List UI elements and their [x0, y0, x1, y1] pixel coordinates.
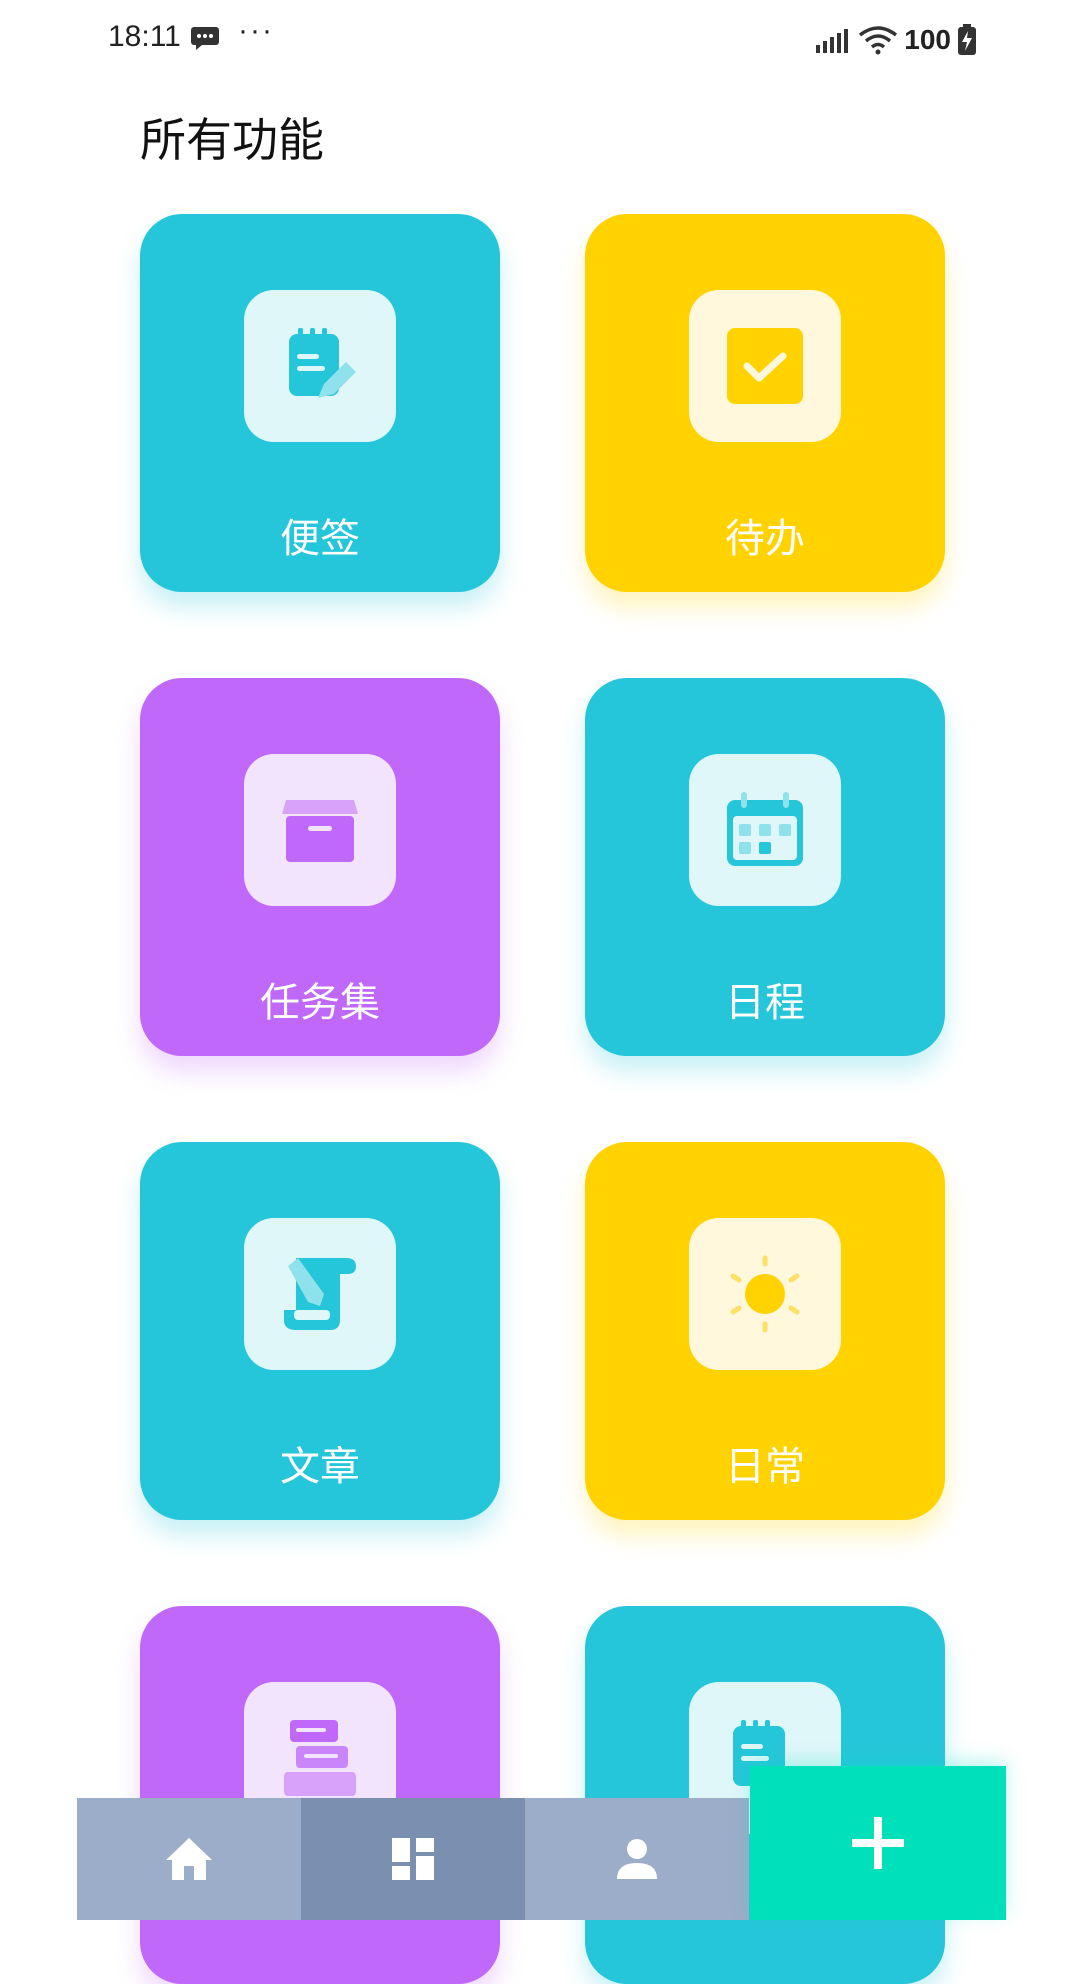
signal-icon: [816, 29, 849, 53]
nav-profile-tab[interactable]: [525, 1798, 749, 1920]
dashboard-icon: [392, 1838, 434, 1880]
message-icon: [191, 27, 219, 50]
battery-charging-icon: [958, 24, 976, 55]
icon-tile: [689, 754, 841, 906]
page-title: 所有功能: [140, 113, 324, 167]
icon-tile: [244, 290, 396, 442]
feature-card-daily[interactable]: 日常: [585, 1142, 945, 1520]
icon-tile: [689, 290, 841, 442]
plus-icon: [852, 1817, 904, 1869]
feature-label: 日常: [725, 1444, 805, 1490]
nav-dashboard-tab[interactable]: [301, 1798, 525, 1920]
person-icon: [617, 1839, 657, 1879]
icon-tile: [244, 1218, 396, 1370]
feature-label: 待办: [725, 516, 805, 562]
feature-card-todo[interactable]: 待办: [585, 214, 945, 592]
feature-card-notes[interactable]: 便签: [140, 214, 500, 592]
feature-label: 任务集: [260, 980, 380, 1026]
archive-box-icon: [282, 800, 358, 862]
add-button[interactable]: [750, 1766, 1006, 1920]
sun-icon: [730, 1255, 800, 1333]
feature-card-task-set[interactable]: 任务集: [140, 678, 500, 1056]
calendar-icon: [727, 792, 803, 866]
battery-level: 100: [904, 24, 951, 55]
note-edit-icon: [289, 328, 356, 398]
wifi-icon: [859, 26, 898, 55]
stack-icon: [284, 1720, 356, 1796]
status-right: 100: [816, 20, 977, 60]
feature-card-article[interactable]: 文章: [140, 1142, 500, 1520]
feature-label: 日程: [725, 980, 805, 1026]
icon-tile: [689, 1218, 841, 1370]
home-icon: [166, 1838, 212, 1880]
scroll-edit-icon: [284, 1258, 356, 1330]
status-bar: 18:11 ··· 100: [0, 0, 1080, 80]
feature-label: 便签: [280, 516, 360, 562]
feature-card-schedule[interactable]: 日程: [585, 678, 945, 1056]
feature-label: 文章: [280, 1444, 360, 1490]
icon-tile: [244, 754, 396, 906]
checkbox-icon: [727, 328, 803, 404]
status-time: 18:11: [108, 20, 181, 53]
nav-home-tab[interactable]: [77, 1798, 301, 1920]
more-notifications-icon: ···: [238, 14, 274, 47]
feature-card-stack[interactable]: [140, 1606, 500, 1984]
